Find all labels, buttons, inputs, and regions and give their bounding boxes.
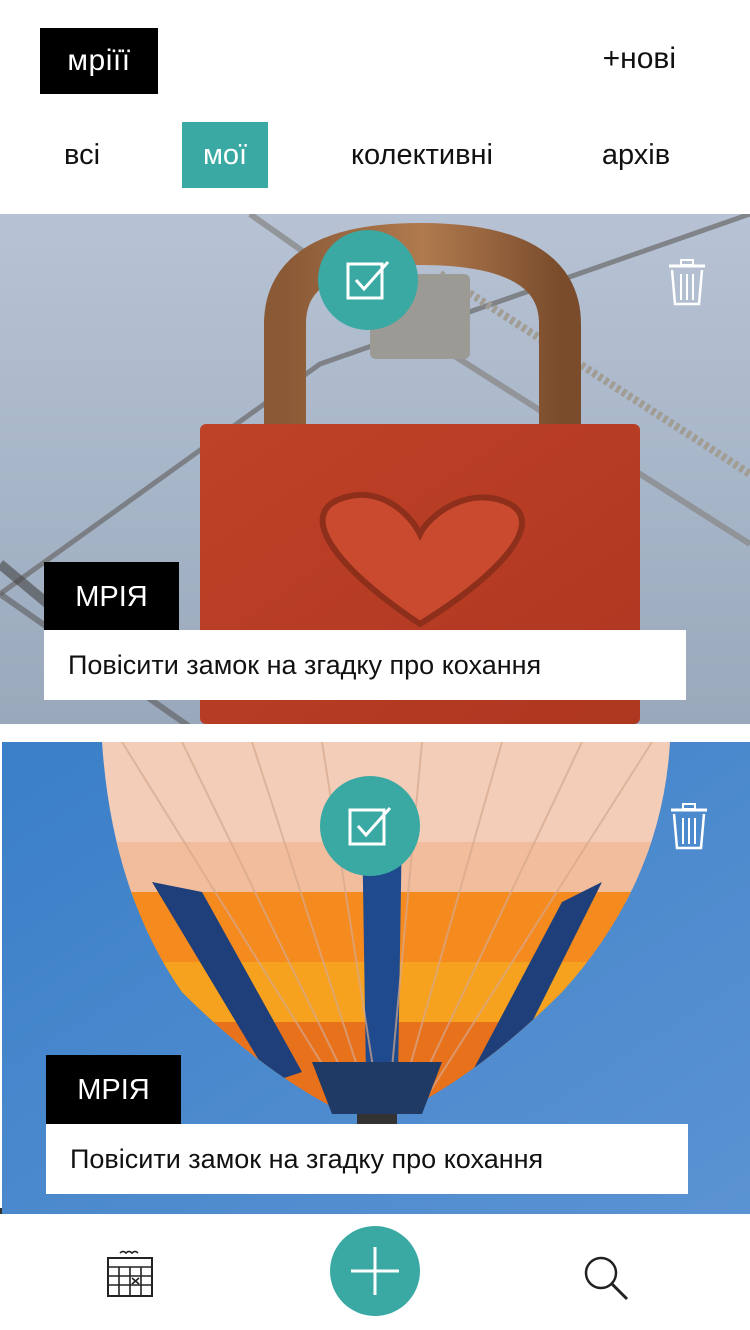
app-logo: мріїї xyxy=(40,28,158,94)
dream-tag: МРІЯ xyxy=(44,562,179,632)
header: мріїї +нові всі мої колективні архів xyxy=(0,0,750,214)
dream-card[interactable]: МРІЯ Повісити замок на згадку про коханн… xyxy=(0,214,750,724)
tab-bar: всі мої колективні архів xyxy=(0,122,750,188)
calendar-icon xyxy=(107,1250,153,1297)
new-dreams-button[interactable]: +нові xyxy=(603,42,676,76)
complete-button[interactable] xyxy=(320,776,420,876)
tab-all[interactable]: всі xyxy=(40,122,124,188)
calendar-button[interactable] xyxy=(106,1250,154,1298)
checkbox-icon xyxy=(346,261,390,300)
delete-button[interactable] xyxy=(669,802,709,852)
search-button[interactable] xyxy=(582,1254,630,1302)
search-icon xyxy=(584,1256,629,1301)
dream-card[interactable]: МРІЯ Повісити замок на згадку про коханн… xyxy=(2,742,750,1214)
plus-icon xyxy=(351,1247,399,1295)
dream-tag: МРІЯ xyxy=(46,1055,181,1125)
trash-icon xyxy=(671,803,707,850)
dream-title: Повісити замок на згадку про кохання xyxy=(44,630,686,700)
tab-collective[interactable]: колективні xyxy=(330,122,514,188)
complete-button[interactable] xyxy=(318,230,418,330)
tab-archive[interactable]: архів xyxy=(586,122,686,188)
dream-title: Повісити замок на згадку про кохання xyxy=(46,1124,688,1194)
bottom-toolbar xyxy=(0,1214,750,1330)
trash-icon xyxy=(669,259,705,306)
tab-mine[interactable]: мої xyxy=(182,122,268,188)
add-dream-button[interactable] xyxy=(330,1226,420,1316)
delete-button[interactable] xyxy=(667,258,707,308)
checkbox-icon xyxy=(348,807,392,846)
